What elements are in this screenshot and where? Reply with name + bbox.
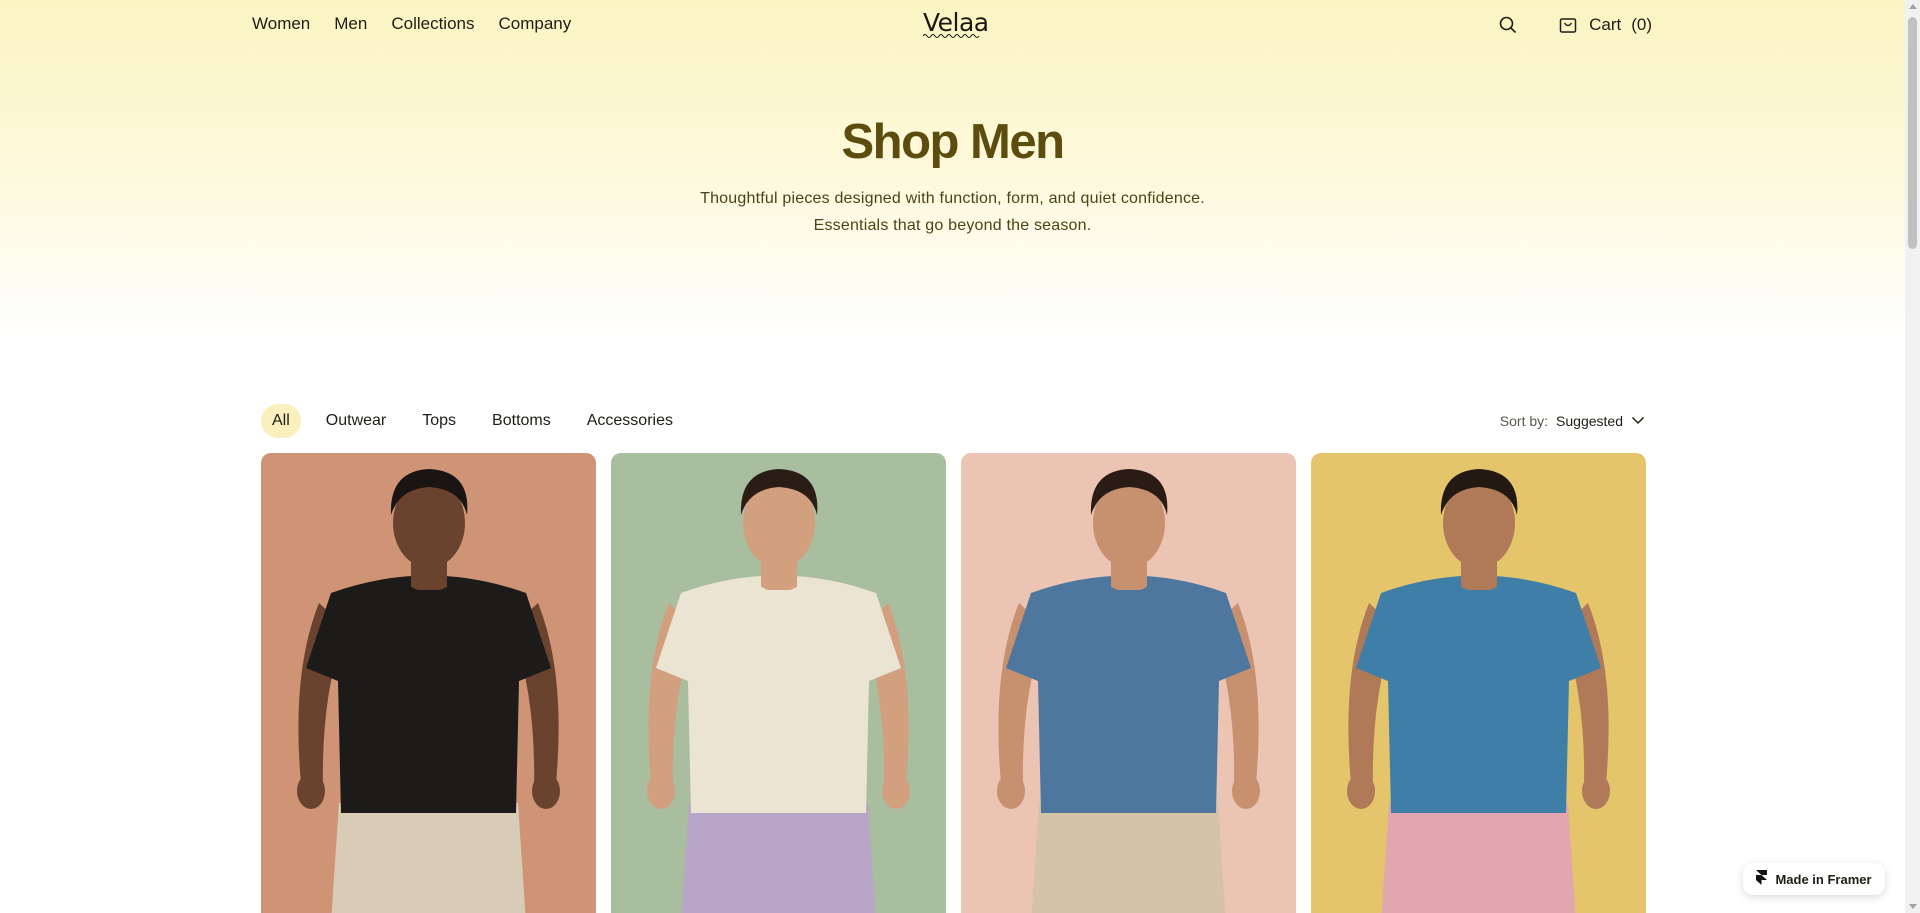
- search-icon[interactable]: [1497, 14, 1519, 36]
- badge-label: Made in Framer: [1775, 871, 1872, 887]
- product-card[interactable]: [611, 453, 946, 913]
- nav-men[interactable]: Men: [334, 14, 367, 34]
- model-left-hand: [297, 773, 325, 809]
- category-filters: All Outwear Tops Bottoms Accessories: [261, 404, 684, 438]
- model-pants: [681, 803, 876, 913]
- scroll-thumb[interactable]: [1908, 17, 1917, 249]
- scroll-up-arrow[interactable]: [1909, 4, 1917, 9]
- model-shirt: [1356, 575, 1601, 813]
- nav-collections[interactable]: Collections: [391, 14, 474, 34]
- cart-button[interactable]: Cart (0): [1557, 14, 1652, 36]
- model-left-hand: [1347, 773, 1375, 809]
- man-blue-ruffle-top: [1311, 453, 1646, 913]
- model-left-hand: [647, 773, 675, 809]
- header-actions: Cart (0): [1497, 14, 1652, 36]
- product-card[interactable]: [1311, 453, 1646, 913]
- filter-bottoms[interactable]: Bottoms: [481, 404, 562, 438]
- model-right-hand: [532, 773, 560, 809]
- model-shirt: [1006, 575, 1251, 813]
- product-card[interactable]: [261, 453, 596, 913]
- nav-company[interactable]: Company: [499, 14, 572, 34]
- made-in-framer-badge[interactable]: Made in Framer: [1743, 863, 1885, 895]
- model-pants: [1031, 803, 1226, 913]
- filter-all[interactable]: All: [261, 404, 301, 438]
- man-cream-tshirt: [611, 453, 946, 913]
- cart-count: (0): [1631, 15, 1652, 34]
- cart-label: Cart: [1589, 15, 1622, 34]
- filter-tops[interactable]: Tops: [411, 404, 467, 438]
- model-pants: [1381, 803, 1576, 913]
- sort-label: Sort by:: [1499, 413, 1549, 429]
- scrollbar[interactable]: [1905, 0, 1920, 913]
- logo-underline: [923, 34, 980, 38]
- framer-icon: [1756, 870, 1768, 888]
- sort-value: Suggested: [1556, 413, 1623, 429]
- sort-dropdown[interactable]: Sort by: Suggested: [1500, 412, 1645, 430]
- nav-women[interactable]: Women: [252, 14, 310, 34]
- site-header: Women Men Collections Company Velaa Cart…: [0, 0, 1905, 50]
- filter-outwear[interactable]: Outwear: [315, 404, 397, 438]
- page-subtitle: Thoughtful pieces designed with function…: [700, 190, 1205, 234]
- man-black-tshirt: [261, 453, 596, 913]
- product-card[interactable]: [961, 453, 1296, 913]
- model-right-hand: [1232, 773, 1260, 809]
- page-title: Shop Men: [841, 115, 1065, 169]
- bag-icon: [1557, 14, 1579, 36]
- model-left-hand: [997, 773, 1025, 809]
- model-shirt: [306, 575, 551, 813]
- model-shirt: [656, 575, 901, 813]
- main-nav: Women Men Collections Company: [252, 14, 571, 34]
- scroll-down-arrow[interactable]: [1909, 904, 1917, 909]
- model-right-hand: [882, 773, 910, 809]
- model-pants: [331, 803, 526, 913]
- filter-accessories[interactable]: Accessories: [576, 404, 684, 438]
- chevron-down-icon: [1631, 412, 1645, 430]
- model-right-hand: [1582, 773, 1610, 809]
- man-blue-tshirt-crossbody: [961, 453, 1296, 913]
- page: Women Men Collections Company Velaa Cart…: [0, 0, 1905, 913]
